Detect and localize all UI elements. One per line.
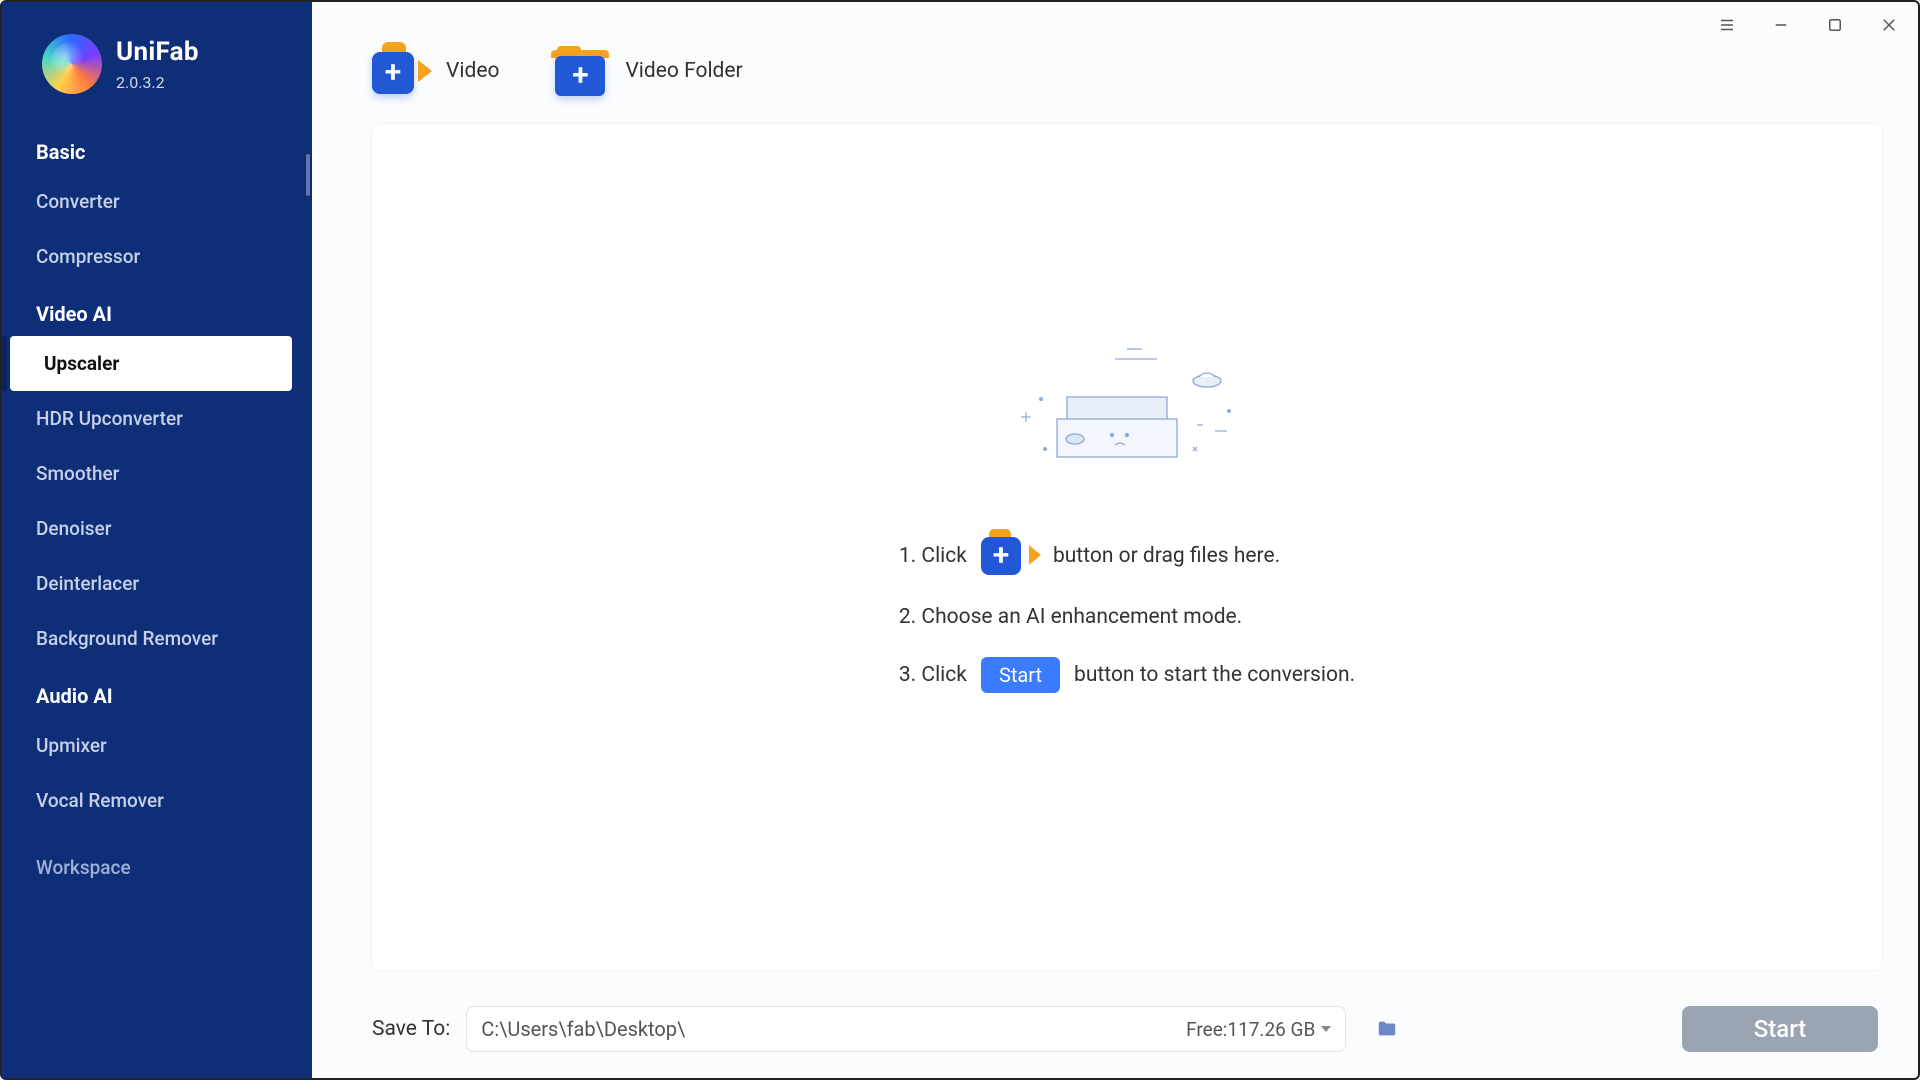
add-video-label: Video — [446, 59, 499, 83]
nav-group-audio-ai: Audio AI — [2, 666, 312, 718]
minimize-icon[interactable] — [1766, 10, 1796, 40]
main-panel: + Video + Video Folder — [312, 2, 1918, 1078]
brand-name: UniFab — [116, 37, 199, 67]
sidebar-item-converter[interactable]: Converter — [2, 174, 312, 229]
sidebar-item-vocal-remover[interactable]: Vocal Remover — [2, 773, 312, 828]
chevron-down-icon — [1321, 1026, 1331, 1032]
app-window: UniFab 2.0.3.2 Basic Converter Compresso… — [0, 0, 1920, 1080]
drop-area[interactable]: 1. Click + button or drag files here. 2.… — [372, 124, 1882, 970]
titlebar-controls — [1712, 10, 1904, 40]
step-3-prefix: 3. Click — [899, 663, 967, 687]
step-1-suffix: button or drag files here. — [1053, 544, 1280, 568]
add-video-icon: + — [372, 46, 430, 96]
sidebar-item-workspace-truncated[interactable]: Workspace — [2, 828, 312, 895]
brand-logo-icon — [42, 34, 102, 94]
step-1-prefix: 1. Click — [899, 544, 967, 568]
add-folder-icon: + — [551, 46, 609, 96]
sidebar-item-upscaler[interactable]: Upscaler — [10, 336, 292, 391]
bottom-bar: Save To: C:\Users\fab\Desktop\ Free:117.… — [312, 988, 1918, 1078]
brand-version: 2.0.3.2 — [116, 73, 199, 92]
close-icon[interactable] — [1874, 10, 1904, 40]
step-3-suffix: button to start the conversion. — [1074, 663, 1355, 687]
free-space-text[interactable]: Free:117.26 GB — [1186, 1018, 1331, 1041]
save-path-text: C:\Users\fab\Desktop\ — [481, 1017, 685, 1041]
sidebar-item-hdr-upconverter[interactable]: HDR Upconverter — [2, 391, 312, 446]
browse-folder-button[interactable] — [1372, 1014, 1402, 1044]
start-button[interactable]: Start — [1682, 1006, 1878, 1052]
add-folder-label: Video Folder — [625, 59, 742, 83]
sidebar-item-smoother[interactable]: Smoother — [2, 446, 312, 501]
sidebar-item-upmixer[interactable]: Upmixer — [2, 718, 312, 773]
step-2-text: 2. Choose an AI enhancement mode. — [899, 605, 1242, 629]
menu-icon[interactable] — [1712, 10, 1742, 40]
sidebar-scrollbar[interactable] — [306, 154, 310, 196]
save-path-field[interactable]: C:\Users\fab\Desktop\ Free:117.26 GB — [466, 1006, 1346, 1052]
add-video-folder-button[interactable]: + Video Folder — [551, 46, 742, 96]
top-actions: + Video + Video Folder — [312, 2, 1918, 124]
inline-start-pill: Start — [981, 657, 1060, 693]
sidebar-item-denoiser[interactable]: Denoiser — [2, 501, 312, 556]
sidebar-item-compressor[interactable]: Compressor — [2, 229, 312, 284]
nav-group-video-ai: Video AI — [2, 284, 312, 336]
step-2: 2. Choose an AI enhancement mode. — [899, 605, 1355, 629]
inline-add-video-icon: + — [981, 535, 1039, 577]
step-3: 3. Click Start button to start the conve… — [899, 657, 1355, 693]
save-to-label: Save To: — [372, 1017, 450, 1041]
step-1: 1. Click + button or drag files here. — [899, 535, 1355, 577]
empty-state-illustration — [997, 341, 1257, 475]
sidebar: UniFab 2.0.3.2 Basic Converter Compresso… — [2, 2, 312, 1078]
nav-group-basic: Basic — [2, 122, 312, 174]
instruction-steps: 1. Click + button or drag files here. 2.… — [899, 535, 1355, 693]
maximize-icon[interactable] — [1820, 10, 1850, 40]
add-video-button[interactable]: + Video — [372, 46, 499, 96]
brand: UniFab 2.0.3.2 — [2, 2, 312, 122]
sidebar-item-deinterlacer[interactable]: Deinterlacer — [2, 556, 312, 611]
sidebar-item-background-remover[interactable]: Background Remover — [2, 611, 312, 666]
